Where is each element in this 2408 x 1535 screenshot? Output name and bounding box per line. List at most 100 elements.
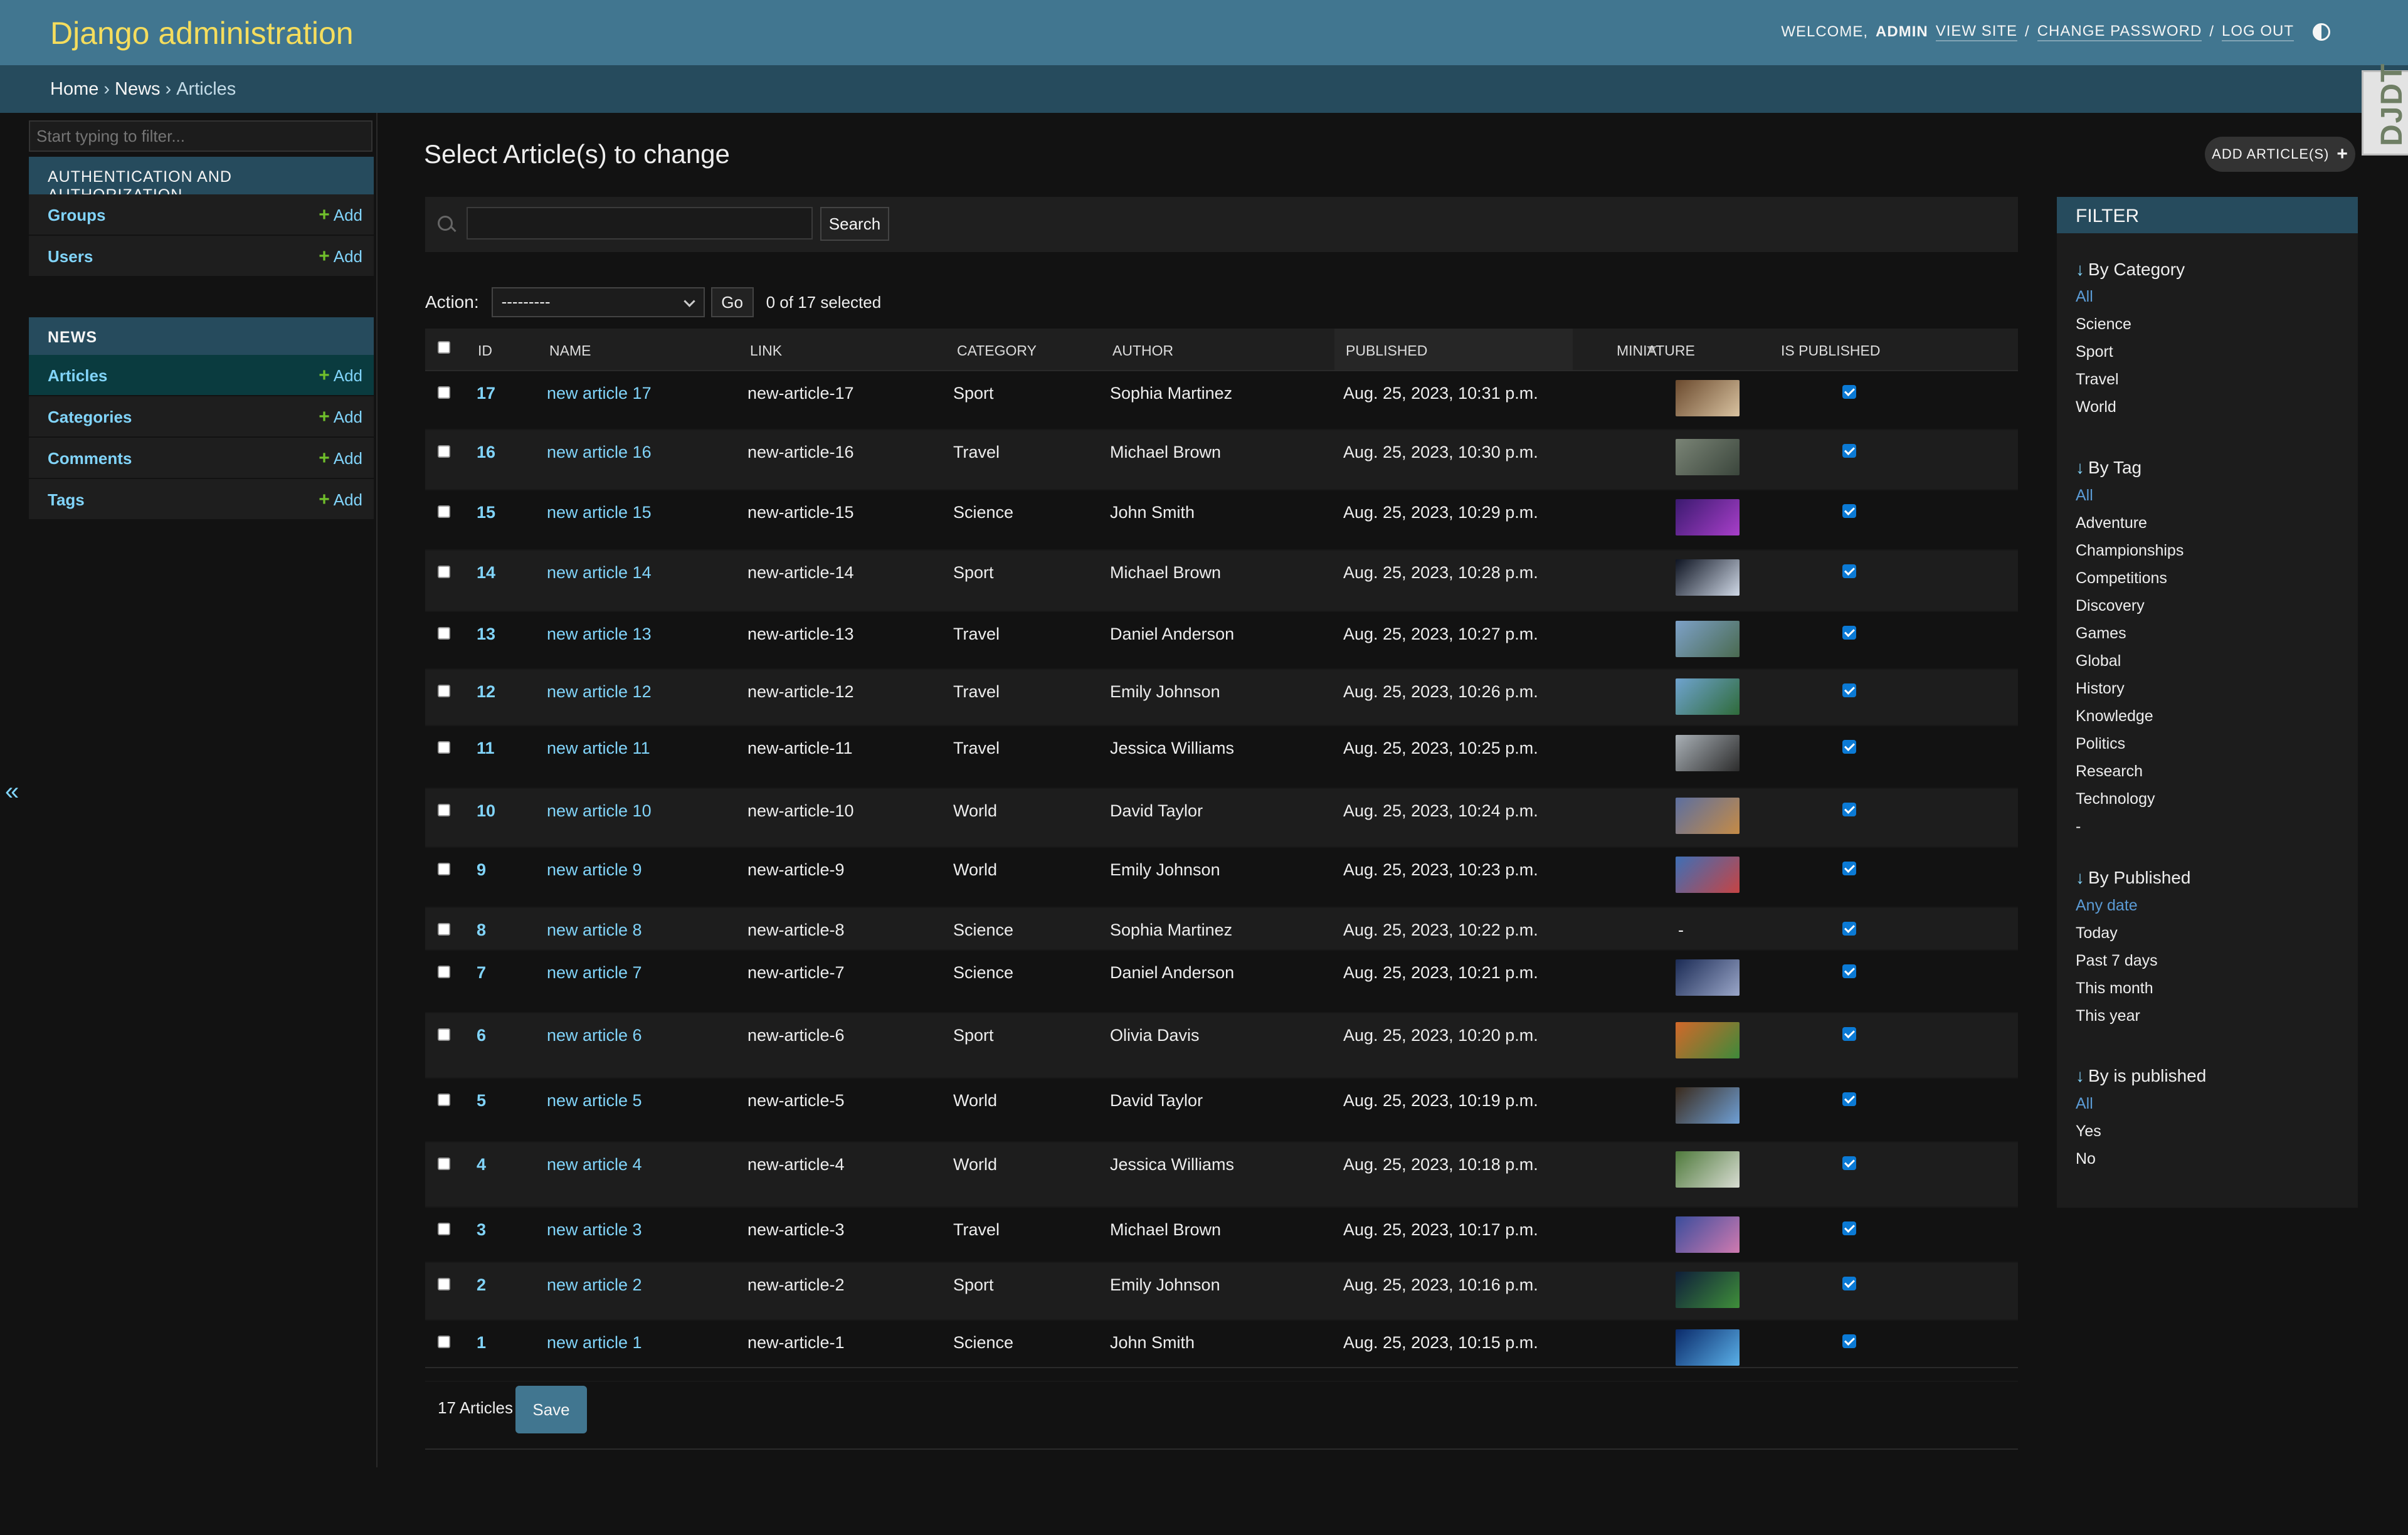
row-id-link[interactable]: 7 bbox=[477, 963, 486, 983]
log-out-link[interactable]: Log out bbox=[2221, 23, 2294, 41]
filter-option[interactable]: Science bbox=[2076, 315, 2131, 334]
row-id-link[interactable]: 14 bbox=[477, 563, 495, 583]
filter-option[interactable]: Yes bbox=[2076, 1122, 2101, 1141]
column-header-miniature[interactable]: Miniature bbox=[1617, 342, 1695, 359]
search-input[interactable] bbox=[467, 207, 813, 240]
app-caption[interactable]: Authentication and Authorization bbox=[29, 157, 374, 204]
filter-option[interactable]: Today bbox=[2076, 924, 2118, 942]
sidebar-item-label[interactable]: Comments bbox=[48, 449, 132, 468]
row-id-link[interactable]: 9 bbox=[477, 860, 486, 880]
filter-group-title[interactable]: ↓ By Tag bbox=[2076, 458, 2141, 478]
sidebar-item-label[interactable]: Articles bbox=[48, 366, 107, 386]
row-id-link[interactable]: 3 bbox=[477, 1220, 486, 1240]
filter-option[interactable]: - bbox=[2076, 818, 2081, 836]
row-name-link[interactable]: new article 15 bbox=[547, 503, 652, 522]
filter-option[interactable]: All bbox=[2076, 288, 2093, 306]
row-select-checkbox[interactable] bbox=[438, 505, 450, 518]
filter-option[interactable]: This month bbox=[2076, 979, 2153, 998]
filter-option[interactable]: Any date bbox=[2076, 897, 2138, 915]
filter-group-title[interactable]: ↓ By Published bbox=[2076, 868, 2190, 888]
filter-option[interactable]: World bbox=[2076, 398, 2116, 416]
app-caption[interactable]: News bbox=[29, 317, 374, 355]
add-articles-button[interactable]: + Add bbox=[319, 365, 362, 386]
sidebar-item-label[interactable]: Groups bbox=[48, 206, 105, 225]
add-users-button[interactable]: + Add bbox=[319, 246, 362, 267]
row-name-link[interactable]: new article 7 bbox=[547, 963, 642, 983]
filter-group-title[interactable]: ↓ By is published bbox=[2076, 1066, 2206, 1086]
row-name-link[interactable]: new article 17 bbox=[547, 384, 652, 403]
debug-toolbar-handle[interactable]: DJDT bbox=[2362, 63, 2408, 156]
add-comments-button[interactable]: + Add bbox=[319, 448, 362, 469]
column-header-link[interactable]: Link bbox=[750, 342, 782, 359]
row-id-link[interactable]: 17 bbox=[477, 384, 495, 403]
row-name-link[interactable]: new article 13 bbox=[547, 625, 652, 644]
row-name-link[interactable]: new article 8 bbox=[547, 920, 642, 940]
select-all-checkbox[interactable] bbox=[438, 341, 450, 354]
add-tags-button[interactable]: + Add bbox=[319, 489, 362, 510]
is-published-checkbox[interactable] bbox=[1842, 683, 1856, 697]
nav-filter-input[interactable] bbox=[29, 120, 372, 152]
is-published-checkbox[interactable] bbox=[1842, 1221, 1856, 1235]
row-name-link[interactable]: new article 3 bbox=[547, 1220, 642, 1240]
breadcrumb-news[interactable]: News bbox=[115, 79, 161, 99]
sidebar-item-categories[interactable]: Categories + Add bbox=[29, 396, 374, 438]
filter-option[interactable]: Past 7 days bbox=[2076, 952, 2158, 970]
breadcrumb-home[interactable]: Home bbox=[50, 79, 98, 99]
row-select-checkbox[interactable] bbox=[438, 386, 450, 399]
is-published-checkbox[interactable] bbox=[1842, 1334, 1856, 1348]
is-published-checkbox[interactable] bbox=[1842, 922, 1856, 936]
row-select-checkbox[interactable] bbox=[438, 1223, 450, 1235]
row-name-link[interactable]: new article 4 bbox=[547, 1155, 642, 1174]
filter-option[interactable]: Travel bbox=[2076, 371, 2119, 389]
row-select-checkbox[interactable] bbox=[438, 685, 450, 697]
row-id-link[interactable]: 2 bbox=[477, 1275, 486, 1295]
sidebar-item-tags[interactable]: Tags + Add bbox=[29, 479, 374, 520]
row-id-link[interactable]: 4 bbox=[477, 1155, 486, 1174]
is-published-checkbox[interactable] bbox=[1842, 740, 1856, 754]
column-header-id[interactable]: ID bbox=[478, 342, 492, 359]
filter-option[interactable]: Global bbox=[2076, 652, 2121, 670]
row-id-link[interactable]: 5 bbox=[477, 1091, 486, 1110]
filter-option[interactable]: Research bbox=[2076, 762, 2143, 781]
is-published-checkbox[interactable] bbox=[1842, 1277, 1856, 1290]
add-categories-button[interactable]: + Add bbox=[319, 406, 362, 428]
row-select-checkbox[interactable] bbox=[438, 863, 450, 875]
row-name-link[interactable]: new article 2 bbox=[547, 1275, 642, 1295]
filter-option[interactable]: This year bbox=[2076, 1007, 2140, 1025]
sidebar-item-label[interactable]: Categories bbox=[48, 408, 132, 427]
filter-option[interactable]: Championships bbox=[2076, 542, 2184, 560]
row-select-checkbox[interactable] bbox=[438, 804, 450, 816]
is-published-checkbox[interactable] bbox=[1842, 504, 1856, 518]
row-name-link[interactable]: new article 14 bbox=[547, 563, 652, 583]
collapse-sidebar-icon[interactable]: « bbox=[5, 778, 19, 806]
row-name-link[interactable]: new article 12 bbox=[547, 682, 652, 702]
is-published-checkbox[interactable] bbox=[1842, 964, 1856, 978]
row-id-link[interactable]: 6 bbox=[477, 1026, 486, 1045]
sidebar-item-comments[interactable]: Comments + Add bbox=[29, 438, 374, 479]
column-header-name[interactable]: Name bbox=[549, 342, 591, 359]
row-name-link[interactable]: new article 6 bbox=[547, 1026, 642, 1045]
row-name-link[interactable]: new article 5 bbox=[547, 1091, 642, 1110]
view-site-link[interactable]: View site bbox=[1935, 23, 2018, 41]
change-password-link[interactable]: Change password bbox=[2037, 23, 2202, 41]
row-select-checkbox[interactable] bbox=[438, 1278, 450, 1290]
sidebar-item-users[interactable]: Users + Add bbox=[29, 236, 374, 277]
row-id-link[interactable]: 1 bbox=[477, 1333, 486, 1353]
sidebar-item-articles[interactable]: Articles + Add bbox=[29, 355, 374, 396]
row-name-link[interactable]: new article 16 bbox=[547, 443, 652, 462]
filter-option[interactable]: No bbox=[2076, 1150, 2096, 1168]
is-published-checkbox[interactable] bbox=[1842, 803, 1856, 816]
filter-option[interactable]: All bbox=[2076, 487, 2093, 505]
row-name-link[interactable]: new article 11 bbox=[547, 739, 650, 758]
row-select-checkbox[interactable] bbox=[438, 1094, 450, 1106]
is-published-checkbox[interactable] bbox=[1842, 1092, 1856, 1106]
filter-option[interactable]: Games bbox=[2076, 625, 2126, 643]
filter-option[interactable]: Politics bbox=[2076, 735, 2125, 753]
row-select-checkbox[interactable] bbox=[438, 923, 450, 936]
search-button[interactable]: Search bbox=[820, 207, 889, 241]
go-button[interactable]: Go bbox=[710, 287, 754, 317]
row-id-link[interactable]: 8 bbox=[477, 920, 486, 940]
filter-group-title[interactable]: ↓ By Category bbox=[2076, 260, 2185, 280]
is-published-checkbox[interactable] bbox=[1842, 385, 1856, 399]
row-select-checkbox[interactable] bbox=[438, 1336, 450, 1348]
